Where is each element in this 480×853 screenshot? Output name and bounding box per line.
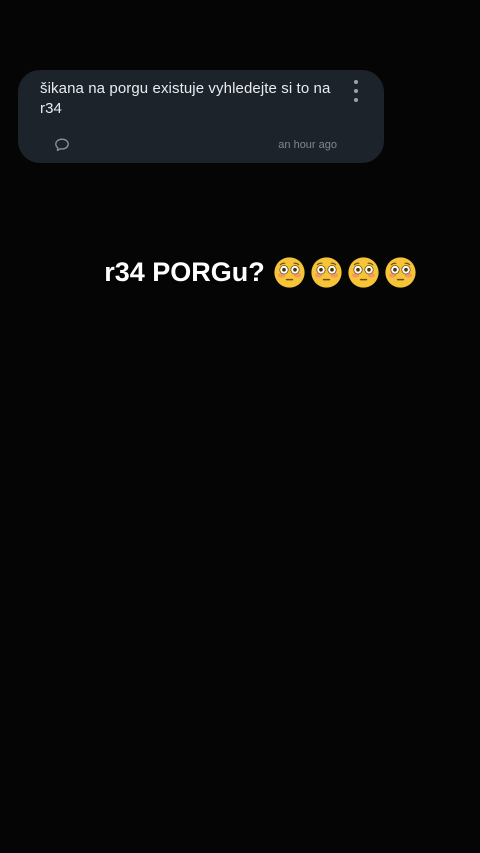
more-vertical-icon-dot [354,98,358,102]
more-vertical-icon-dot [354,89,358,93]
flushed-face-emoji [385,256,416,288]
emoji-row [273,256,417,289]
comment-bubble-icon [55,138,69,152]
caption-text: r34 PORGu? [104,257,265,287]
flushed-face-emoji [348,256,379,288]
comment-timestamp: an hour ago [278,139,337,151]
screen: šikana na porgu existuje vyhledejte si t… [0,0,480,853]
flushed-face-emoji [311,256,342,288]
flushed-face-emoji [274,256,305,288]
more-vertical-icon [354,80,358,84]
comment-card: šikana na porgu existuje vyhledejte si t… [18,70,384,163]
comment-text: šikana na porgu existuje vyhledejte si t… [40,80,331,117]
caption-overlay: r34 PORGu? [0,252,480,292]
more-options-button[interactable] [350,80,362,102]
reply-button[interactable] [54,137,70,153]
